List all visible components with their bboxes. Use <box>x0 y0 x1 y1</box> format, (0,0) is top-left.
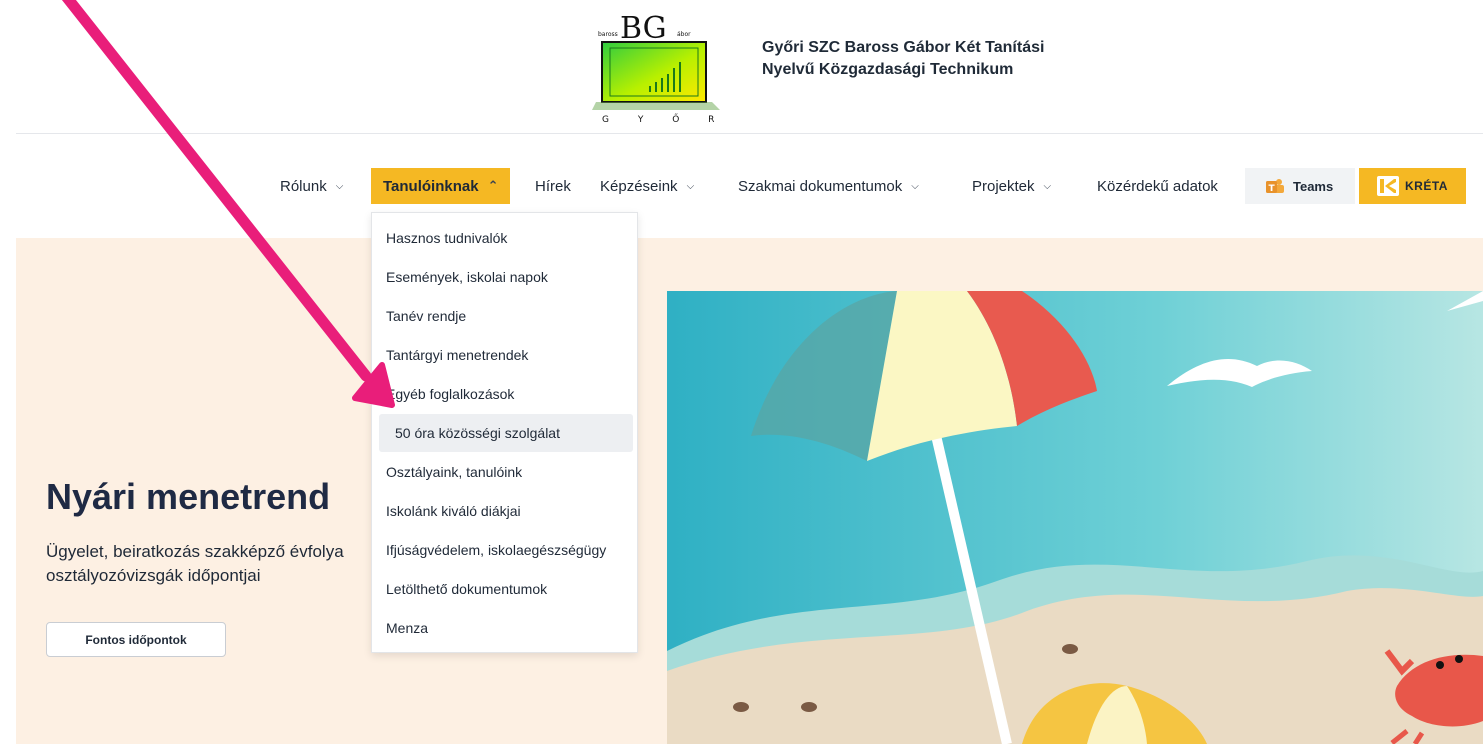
svg-text:ábor: ábor <box>677 31 691 38</box>
dropdown-item-kozossegi-szolgalat[interactable]: 50 óra közösségi szolgálat <box>379 414 633 452</box>
svg-text:T: T <box>1269 184 1276 194</box>
teams-label: Teams <box>1293 178 1334 194</box>
dropdown-item-menza[interactable]: Menza <box>372 609 637 647</box>
hero-section: Nyári menetrend Ügyelet, beiratkozás sza… <box>16 238 1483 744</box>
nav-item-label: Projektek <box>972 177 1035 195</box>
tanuloinknak-dropdown: Hasznos tudnivalók Események, iskolai na… <box>371 212 638 653</box>
kreta-label: KRÉTA <box>1405 179 1448 193</box>
dropdown-item-egyeb-foglalkozasok[interactable]: Egyéb foglalkozások <box>372 375 637 413</box>
nav-item-label: Közérdekű adatok <box>1097 177 1218 195</box>
beach-illustration <box>667 291 1483 744</box>
nav-item-kozerdeku-adatok[interactable]: Közérdekű adatok <box>1085 168 1230 204</box>
hero-subtitle-line1: Ügyelet, beiratkozás szakképző évfolya <box>46 542 344 561</box>
nav-item-projektek[interactable]: Projektek ⌵ <box>960 168 1063 204</box>
kreta-logo-icon <box>1377 176 1399 196</box>
svg-text:BG: BG <box>620 11 667 46</box>
kreta-button[interactable]: KRÉTA <box>1359 168 1466 204</box>
nav-item-label: Rólunk <box>280 177 327 195</box>
nav-item-label: Szakmai dokumentumok <box>738 177 903 195</box>
svg-text:G Y Ő R: G Y Ő R <box>602 114 727 124</box>
dropdown-item-hasznos-tudnivalok[interactable]: Hasznos tudnivalók <box>372 219 637 257</box>
chevron-up-icon: ⌃ <box>487 178 499 193</box>
dropdown-item-tanev-rendje[interactable]: Tanév rendje <box>372 297 637 335</box>
school-name-line1: Győri SZC Baross Gábor Két Tanítási <box>762 39 1045 56</box>
chevron-down-icon: ⌵ <box>1043 180 1052 192</box>
chevron-down-icon: ⌵ <box>686 180 695 192</box>
dropdown-item-letoltheto-dokumentumok[interactable]: Letölthető dokumentumok <box>372 570 637 608</box>
nav-item-kepzeseink[interactable]: Képzéseink ⌵ <box>588 168 706 204</box>
important-dates-button[interactable]: Fontos időpontok <box>46 622 226 657</box>
hero-subtitle-line2: osztályozóvizsgák időpontjai <box>46 566 261 585</box>
school-name-line2: Nyelvű Közgazdasági Technikum <box>762 61 1014 78</box>
hero-title: Nyári menetrend <box>46 476 331 517</box>
dropdown-item-kivalo-diakjai[interactable]: Iskolánk kiváló diákjai <box>372 492 637 530</box>
chevron-down-icon: ⌵ <box>911 180 919 192</box>
dropdown-item-ifjusagvedelem[interactable]: Ifjúságvédelem, iskolaegészségügy <box>372 531 637 569</box>
nav-item-label: Hírek <box>535 177 571 195</box>
svg-text:baross: baross <box>598 31 618 38</box>
teams-icon: T <box>1266 179 1284 194</box>
school-logo[interactable]: BG baross ábor G Y Ő R <box>592 6 732 124</box>
teams-button[interactable]: T Teams <box>1245 168 1355 204</box>
site-header: BG baross ábor G Y Ő R Győri SZC Baross … <box>0 0 1483 133</box>
nav-item-label: Tanulóinknak <box>383 177 479 195</box>
chevron-down-icon: ⌵ <box>335 180 344 192</box>
dropdown-item-tantargyi-menetrendek[interactable]: Tantárgyi menetrendek <box>372 336 637 374</box>
dropdown-item-esemenyek[interactable]: Események, iskolai napok <box>372 258 637 296</box>
school-name[interactable]: Győri SZC Baross Gábor Két Tanítási Nyel… <box>762 37 1044 81</box>
nav-item-tanuloinknak[interactable]: Tanulóinknak ⌃ <box>371 168 511 204</box>
hero-subtitle: Ügyelet, beiratkozás szakképző évfolya o… <box>46 540 376 588</box>
nav-item-szakmai-dokumentumok[interactable]: Szakmai dokumentumok ⌵ <box>726 168 931 204</box>
nav-item-hirek[interactable]: Hírek <box>523 168 583 204</box>
dropdown-item-osztalyaink[interactable]: Osztályaink, tanulóink <box>372 453 637 491</box>
main-nav: Rólunk ⌵ Tanulóinknak ⌃ Hírek Képzéseink… <box>0 134 1483 238</box>
nav-item-label: Képzéseink <box>600 177 678 195</box>
nav-item-rolunk[interactable]: Rólunk ⌵ <box>268 168 355 204</box>
